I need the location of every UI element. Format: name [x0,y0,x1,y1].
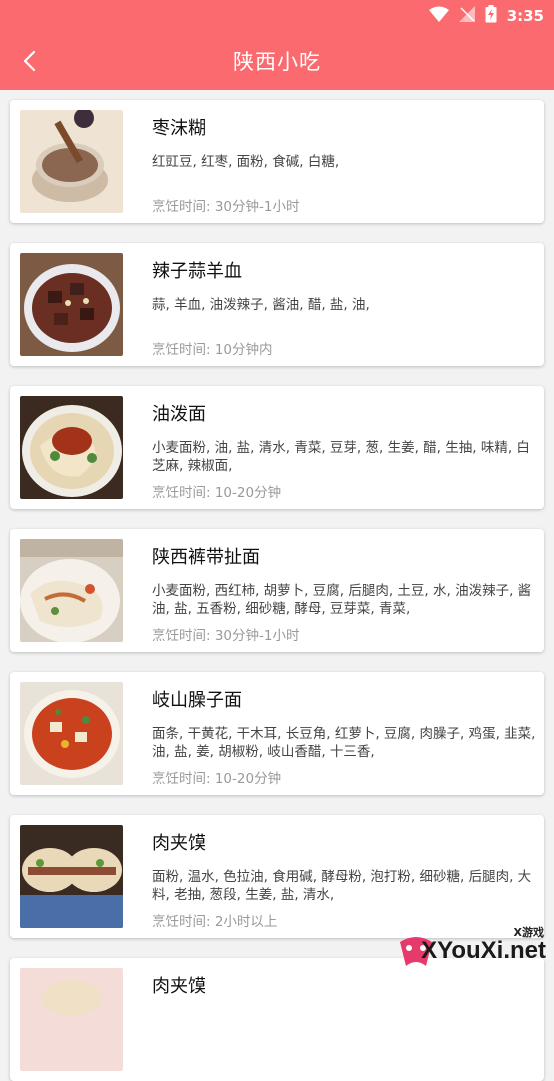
status-icons: 3:35 [428,5,544,27]
recipe-thumbnail [20,539,123,642]
app-bar: 3:35 陕西小吃 [0,0,554,90]
watermark: X游戏 XYouXi.net [388,924,548,972]
battery-icon [485,5,497,27]
recipe-name: 枣沫糊 [152,118,206,139]
recipe-ingredients: 红豇豆, 红枣, 面粉, 食碱, 白糖, [152,154,340,170]
recipe-name: 肉夹馍 [152,833,206,854]
recipe-card[interactable]: 油泼面 小麦面粉, 油, 盐, 清水, 青菜, 豆芽, 葱, 生姜, 醋, 生抽… [10,386,544,509]
recipe-thumbnail [20,396,123,499]
recipe-ingredients: 小麦面粉, 油, 盐, 清水, 青菜, 豆芽, 葱, 生姜, 醋, 生抽, 味精… [152,440,530,474]
recipe-thumbnail [20,682,123,785]
recipe-card[interactable]: 枣沫糊 红豇豆, 红枣, 面粉, 食碱, 白糖, 烹饪时间: 30分钟-1小时 [10,100,544,223]
watermark-main: XYouXi.net [421,937,546,964]
recipe-name: 辣子蒜羊血 [152,261,242,282]
recipe-thumbnail [20,110,123,213]
recipe-time: 烹饪时间: 30分钟-1小时 [152,199,300,215]
recipe-card[interactable]: 岐山臊子面 面条, 干黄花, 干木耳, 长豆角, 红萝卜, 豆腐, 肉臊子, 鸡… [10,672,544,795]
recipe-time: 烹饪时间: 30分钟-1小时 [152,628,300,644]
recipe-thumbnail [20,253,123,356]
wifi-icon [428,6,449,26]
recipe-card[interactable]: 陕西裤带扯面 小麦面粉, 西红柿, 胡萝卜, 豆腐, 后腿肉, 土豆, 水, 油… [10,529,544,652]
title-bar: 陕西小吃 [0,32,554,90]
signal-icon [458,6,475,26]
recipe-ingredients: 小麦面粉, 西红柿, 胡萝卜, 豆腐, 后腿肉, 土豆, 水, 油泼辣子, 酱油… [152,583,532,617]
recipe-name: 陕西裤带扯面 [152,547,260,568]
recipe-ingredients: 面条, 干黄花, 干木耳, 长豆角, 红萝卜, 豆腐, 肉臊子, 鸡蛋, 韭菜,… [152,726,536,760]
recipe-ingredients: 蒜, 羊血, 油泼辣子, 酱油, 醋, 盐, 油, [152,297,370,313]
recipe-name: 肉夹馍 [152,976,206,997]
status-bar: 3:35 [0,0,554,32]
recipe-time: 烹饪时间: 10-20分钟 [152,485,282,501]
recipe-name: 油泼面 [152,404,206,425]
recipe-card[interactable]: 肉夹馍 [10,958,544,1081]
recipe-card[interactable]: 肉夹馍 面粉, 温水, 色拉油, 食用碱, 酵母粉, 泡打粉, 细砂糖, 后腿肉… [10,815,544,938]
recipe-ingredients: 面粉, 温水, 色拉油, 食用碱, 酵母粉, 泡打粉, 细砂糖, 后腿肉, 大料… [152,869,532,903]
recipe-thumbnail [20,968,123,1071]
recipe-time: 烹饪时间: 10分钟内 [152,342,273,358]
page-title: 陕西小吃 [233,50,321,74]
recipe-name: 岐山臊子面 [152,690,242,711]
recipe-card[interactable]: 辣子蒜羊血 蒜, 羊血, 油泼辣子, 酱油, 醋, 盐, 油, 烹饪时间: 10… [10,243,544,366]
recipe-time: 烹饪时间: 2小时以上 [152,914,278,930]
status-time: 3:35 [506,7,544,25]
recipe-time: 烹饪时间: 10-20分钟 [152,771,282,787]
recipe-thumbnail [20,825,123,928]
